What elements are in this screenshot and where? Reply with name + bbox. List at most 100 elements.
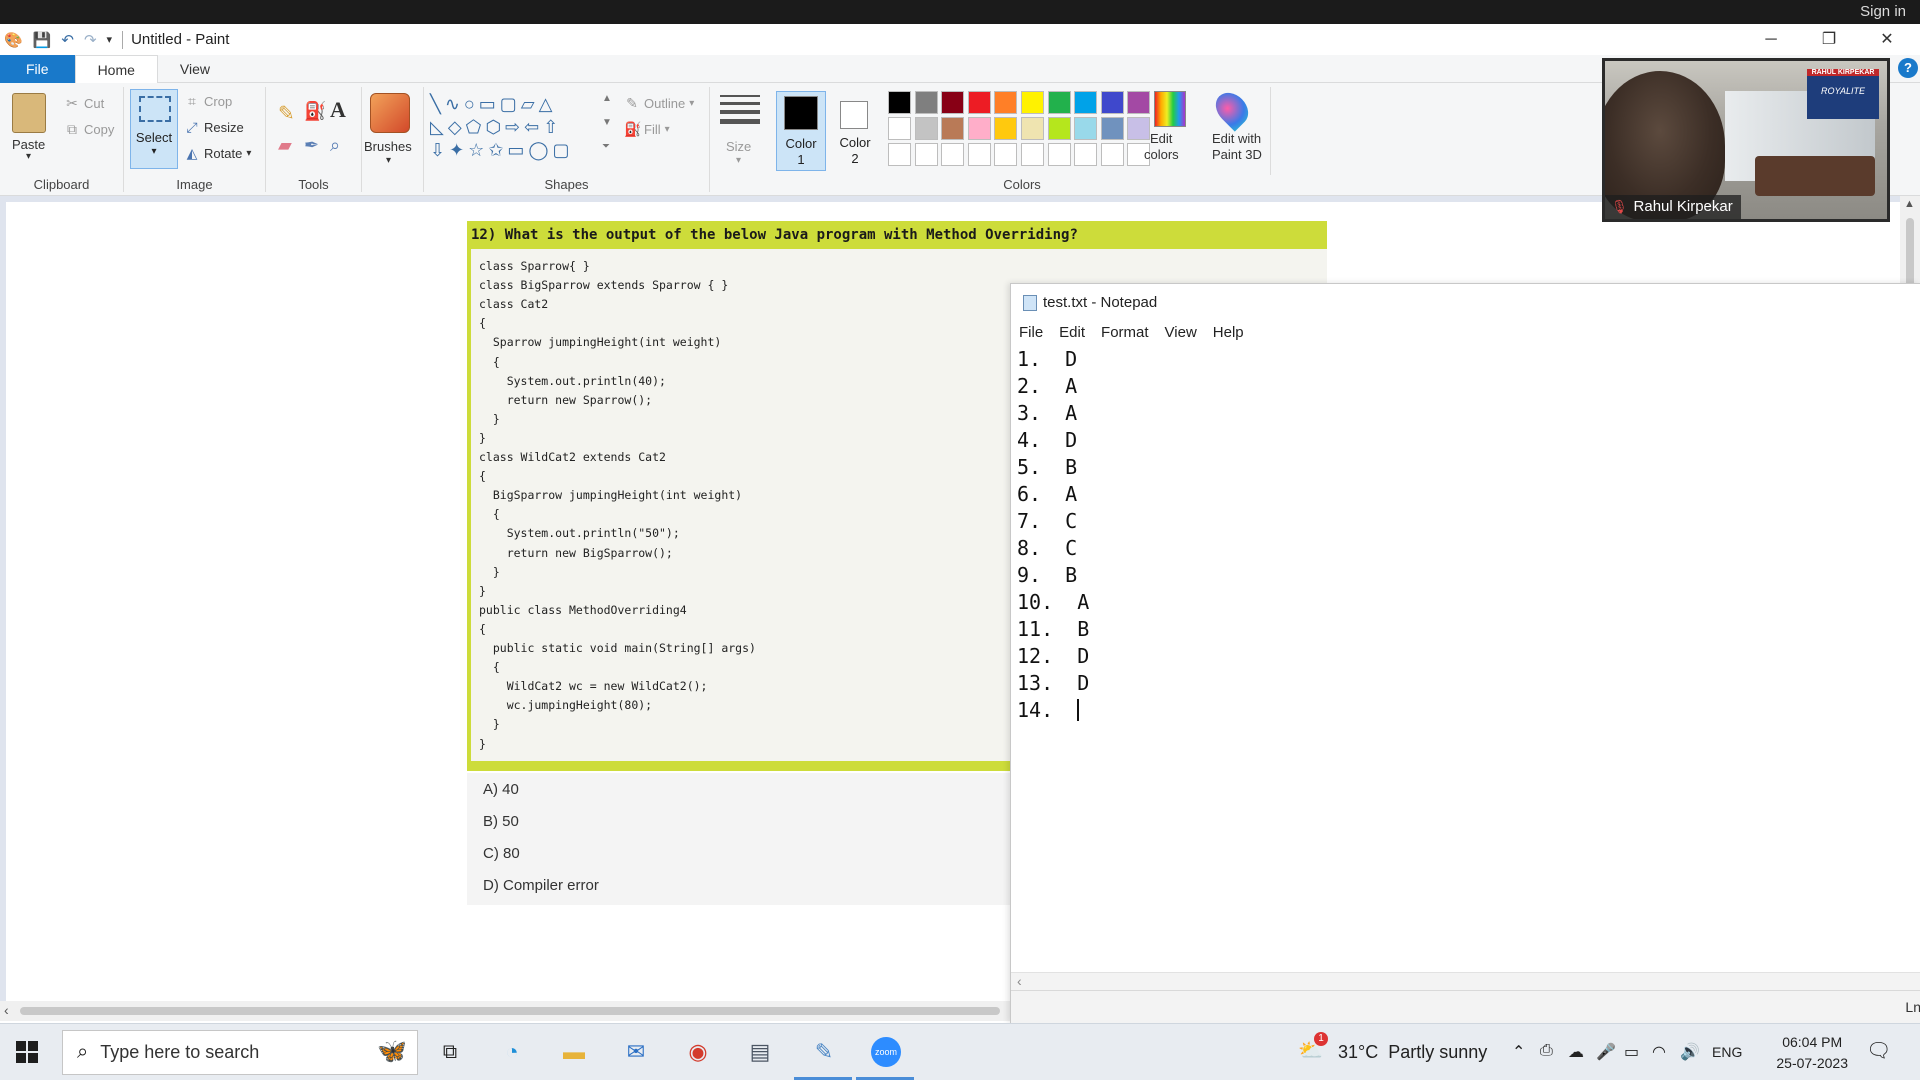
rotate-button[interactable]: ◭ Rotate ▾ — [184, 145, 252, 162]
pencil-icon[interactable]: ✎ — [278, 101, 295, 126]
color-swatch[interactable] — [1127, 91, 1151, 114]
color-swatch[interactable] — [888, 91, 911, 114]
show-hidden-icons-icon[interactable]: ⌃ — [1512, 1042, 1525, 1062]
color-swatch[interactable] — [994, 143, 1018, 166]
color-swatch[interactable] — [1100, 117, 1124, 140]
taskbar-search-box[interactable]: ⌕ Type here to search 🦋 — [62, 1030, 418, 1075]
paste-dropdown-icon[interactable]: ▾ — [26, 151, 31, 162]
notepad-menu-help[interactable]: Help — [1213, 324, 1244, 341]
shapes-scroll-up-icon[interactable]: ▲ — [602, 93, 612, 104]
color-swatch[interactable] — [1074, 143, 1098, 166]
color-swatch[interactable] — [994, 117, 1018, 140]
color-swatch[interactable] — [994, 91, 1018, 114]
meet-now-icon[interactable]: ⎙ — [1540, 1042, 1553, 1060]
notepad-menu-view[interactable]: View — [1165, 324, 1197, 341]
weather-text[interactable]: 31°C Partly sunny — [1338, 1042, 1487, 1063]
volume-icon[interactable]: 🔊 — [1680, 1042, 1700, 1062]
color-swatch[interactable] — [941, 117, 965, 140]
undo-icon[interactable]: ↶ — [61, 31, 74, 49]
customize-quick-access-icon[interactable]: ▾ — [107, 33, 113, 46]
horizontal-scroll-thumb[interactable] — [20, 1007, 1000, 1015]
color1-button[interactable]: Color 1 — [776, 91, 826, 171]
tab-file[interactable]: File — [0, 55, 75, 83]
notepad-menu-edit[interactable]: Edit — [1059, 324, 1085, 341]
color-swatch[interactable] — [1021, 117, 1044, 140]
color-swatch[interactable] — [1021, 91, 1044, 114]
shapes-scroll-down-icon[interactable]: ▼ — [602, 117, 612, 128]
color-swatch[interactable] — [1100, 91, 1124, 114]
fill-bucket-icon[interactable]: ⛽ — [304, 101, 326, 122]
save-icon[interactable]: 💾 — [33, 31, 52, 49]
color-swatch[interactable] — [888, 143, 911, 166]
onedrive-icon[interactable]: ☁ — [1568, 1042, 1584, 1062]
color-swatch[interactable] — [914, 143, 938, 166]
scroll-left-icon[interactable]: ‹ — [4, 1002, 9, 1018]
video-thumbnail[interactable]: RAHUL KIRPEKAR ROYALITE 🎙 Rahul Kirpekar — [1602, 58, 1890, 222]
eraser-icon[interactable]: ▰ — [278, 135, 292, 156]
color-swatch[interactable] — [1047, 117, 1071, 140]
color-swatch[interactable] — [888, 117, 911, 140]
tab-home[interactable]: Home — [74, 55, 158, 83]
help-icon[interactable]: ? — [1898, 58, 1918, 78]
brush-icon[interactable] — [370, 93, 410, 133]
color-swatch[interactable] — [967, 91, 991, 114]
microphone-icon[interactable]: 🎤 — [1596, 1042, 1616, 1062]
taskbar-clock[interactable]: 06:04 PM 25-07-2023 — [1776, 1032, 1848, 1074]
shapes-more-icon[interactable]: ⏷ — [602, 141, 610, 152]
paste-button[interactable]: Paste — [12, 137, 45, 152]
color-swatch[interactable] — [1021, 143, 1044, 166]
color-swatch[interactable] — [914, 117, 938, 140]
language-indicator[interactable]: ENG — [1712, 1044, 1742, 1060]
mail-icon[interactable]: ✉ — [616, 1032, 656, 1072]
shapes-gallery[interactable]: ╲∿○▭▢▱△ ◺◇⬠⬡⇨⇦⇧ ⇩✦☆✩▭◯▢ — [430, 93, 610, 163]
color-swatch[interactable] — [914, 91, 938, 114]
color-swatch[interactable] — [1127, 117, 1151, 140]
edge-browser-icon[interactable]: ◔ — [492, 1032, 532, 1072]
color-swatch[interactable] — [1047, 143, 1071, 166]
size-lines-icon[interactable] — [720, 95, 760, 124]
restore-icon[interactable]: ❐ — [1806, 24, 1852, 55]
notepad-text-area[interactable]: 1. D 2. A 3. A 4. D 5. B 6. A 7. C 8. C 9. B 10. … — [1017, 346, 1089, 724]
wifi-icon[interactable]: ◠ — [1652, 1042, 1666, 1062]
select-button[interactable]: Select ▾ — [130, 89, 178, 169]
redo-icon[interactable]: ↷ — [84, 31, 97, 49]
edit-with-paint3d-line1[interactable]: Edit with — [1212, 131, 1261, 146]
notifications-icon[interactable]: 🗨 — [1866, 1038, 1891, 1063]
paint-taskbar-icon[interactable]: ✎ — [804, 1032, 844, 1072]
sign-in-link[interactable]: Sign in — [1860, 3, 1906, 20]
notepad-horizontal-scrollbar[interactable]: ‹ — [1011, 972, 1920, 990]
notepad-scroll-left-icon[interactable]: ‹ — [1017, 973, 1022, 989]
fill-button[interactable]: ⛽ Fill ▾ — [624, 121, 670, 138]
magnifier-icon[interactable]: ⌕ — [330, 135, 340, 156]
color-swatch[interactable] — [941, 91, 965, 114]
minimize-icon[interactable]: ─ — [1748, 24, 1794, 55]
task-view-icon[interactable]: ⧉ — [430, 1032, 470, 1072]
close-icon[interactable]: ✕ — [1864, 24, 1910, 55]
brushes-dropdown-icon[interactable]: ▾ — [386, 155, 391, 166]
resize-button[interactable]: ⤢ Resize — [184, 119, 243, 136]
color-swatch[interactable] — [941, 143, 965, 166]
tab-view[interactable]: View — [158, 55, 232, 83]
notepad-menu-format[interactable]: Format — [1101, 324, 1149, 341]
chrome-browser-icon[interactable]: ◉ — [678, 1032, 718, 1072]
outline-button[interactable]: ✎ Outline ▾ — [624, 95, 694, 112]
brushes-button[interactable]: Brushes — [364, 139, 412, 154]
color-swatch[interactable] — [1074, 117, 1098, 140]
sql-app-icon[interactable]: ▤ — [740, 1032, 780, 1072]
windows-start-icon[interactable] — [16, 1041, 38, 1063]
notepad-menu-file[interactable]: File — [1019, 324, 1043, 341]
cut-button[interactable]: ✂ Cut — [64, 95, 104, 112]
color-swatch[interactable] — [1047, 91, 1071, 114]
paste-icon[interactable] — [12, 93, 46, 133]
edit-colors-line2[interactable]: colors — [1144, 147, 1179, 162]
color2-button[interactable]: Color 2 — [830, 91, 880, 171]
zoom-taskbar-icon[interactable]: zoom — [866, 1032, 906, 1072]
size-button[interactable]: Size — [726, 139, 751, 154]
edit-colors-icon[interactable] — [1154, 91, 1186, 127]
battery-icon[interactable]: ▭ — [1624, 1042, 1639, 1062]
color-swatch[interactable] — [1074, 91, 1098, 114]
text-tool-icon[interactable]: A — [330, 97, 346, 123]
crop-button[interactable]: ⌗ Crop — [184, 93, 232, 110]
color-swatch[interactable] — [967, 143, 991, 166]
scroll-up-icon[interactable]: ▲ — [1904, 198, 1915, 210]
